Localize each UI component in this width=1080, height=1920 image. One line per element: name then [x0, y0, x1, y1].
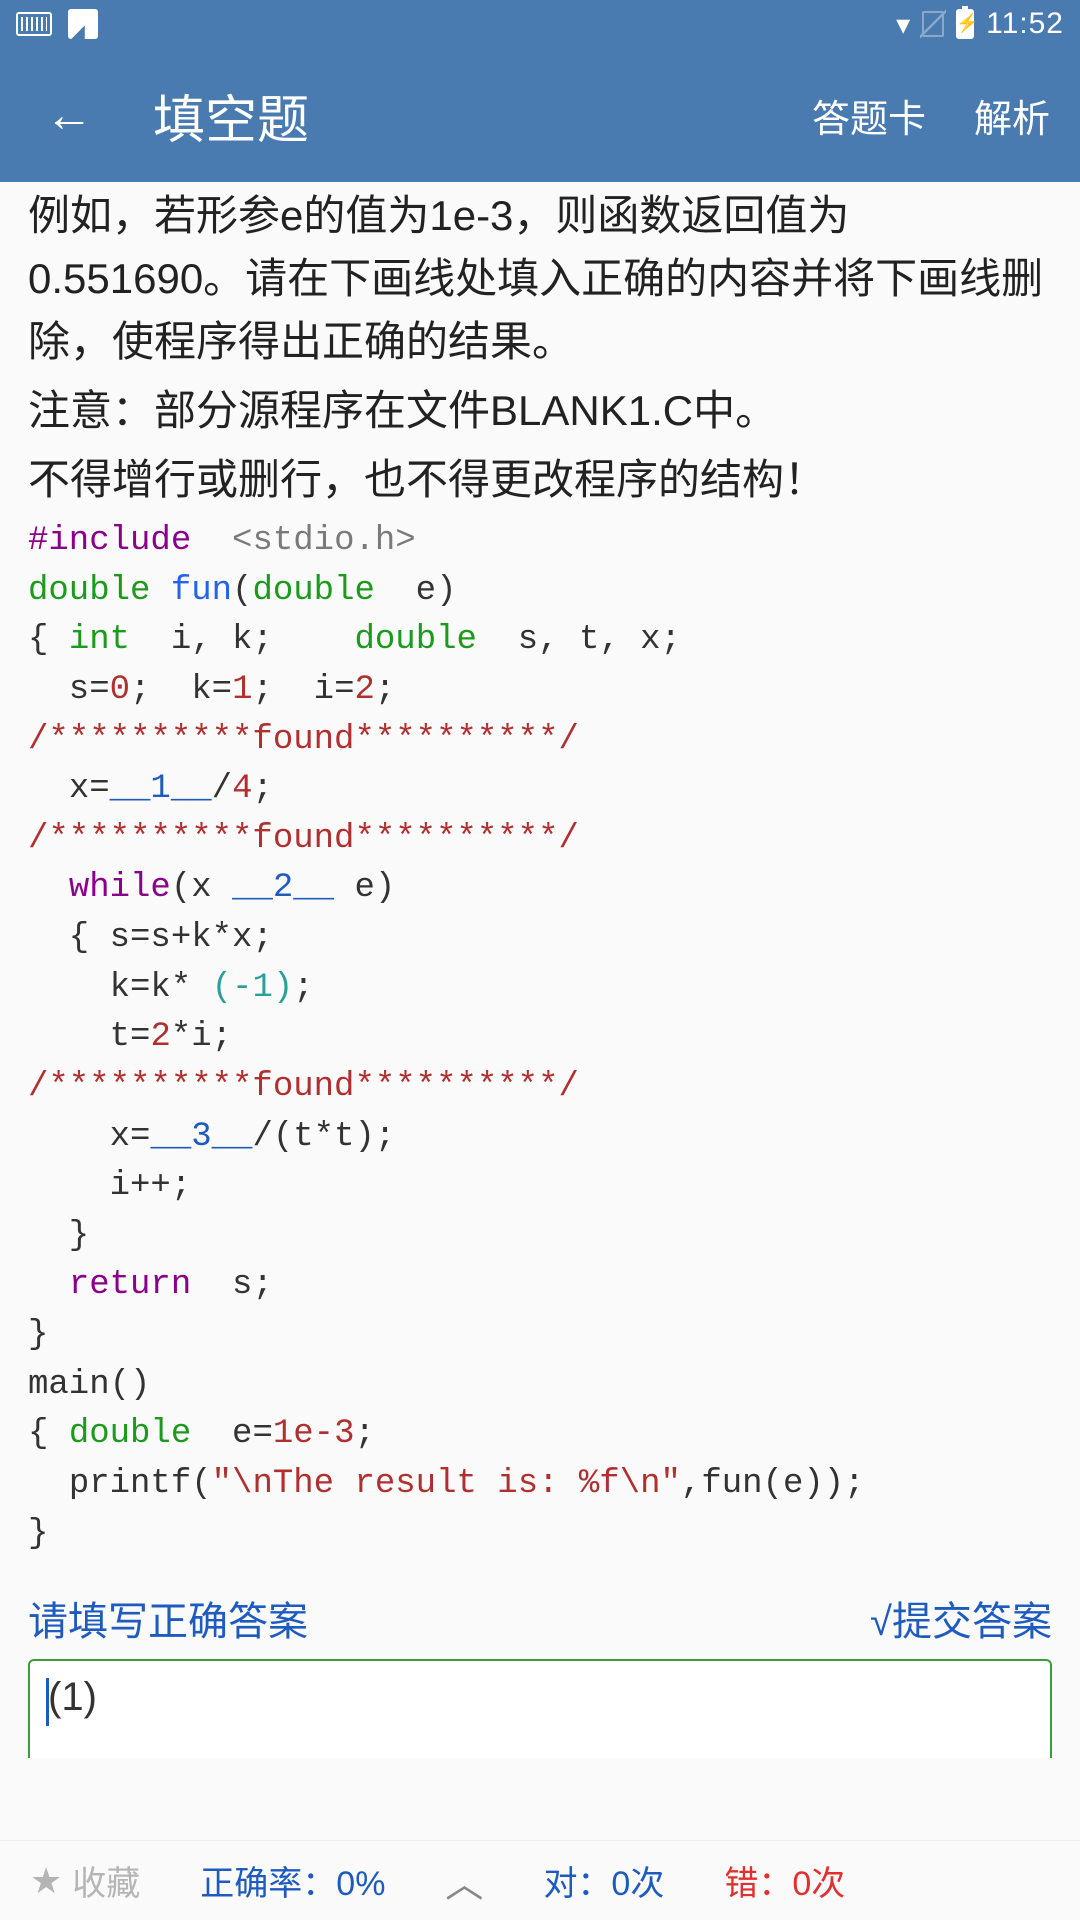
favorite-label: 收藏	[72, 1856, 140, 1905]
answer-prompt: 请填写正确答案	[28, 1589, 308, 1647]
code-type: double	[28, 572, 150, 610]
code-block: #include <stdio.h> double fun(double e) …	[28, 517, 1052, 1559]
code-found-3: /**********found**********/	[28, 1068, 579, 1106]
answer-input-wrap[interactable]: (1)	[28, 1659, 1052, 1758]
answer-card-button[interactable]: 答题卡	[812, 88, 926, 143]
code-include-kw: #include	[28, 522, 191, 560]
chevron-up-icon[interactable]: ︿	[445, 1853, 483, 1908]
question-paragraph-3: 不得增行或删行，也不得更改程序的结构！	[28, 448, 1052, 511]
answer-input[interactable]: (1)	[48, 1675, 1032, 1720]
content[interactable]: 例如，若形参e的值为1e-3，则函数返回值为0.551690。请在下画线处填入正…	[0, 182, 1080, 1840]
star-icon: ★	[30, 1860, 62, 1902]
code-body1: s=s+k*x;	[110, 919, 273, 957]
code-while-close: e)	[334, 869, 395, 907]
bottom-bar: ★ 收藏 正确率：0% ︿ 对：0次 错：0次	[0, 1840, 1080, 1920]
code-type: double	[69, 1415, 191, 1453]
code-ret-s: s;	[232, 1266, 273, 1304]
code-include-hdr: <stdio.h>	[232, 522, 416, 560]
code-tt: /(t*t);	[252, 1118, 395, 1156]
answer-row: 请填写正确答案 √提交答案	[28, 1559, 1052, 1659]
status-bar: ▾ 11:52	[0, 0, 1080, 48]
code-printf: printf	[69, 1465, 191, 1503]
code-x-assign-2: x=	[110, 1118, 151, 1156]
question-paragraph-2: 注意：部分源程序在文件BLANK1.C中。	[28, 379, 1052, 442]
code-neg1: (-1)	[212, 969, 294, 1007]
code-vars2: s, t, x;	[518, 621, 681, 659]
code-x-assign: x=	[69, 770, 110, 808]
code-e-decl: e=	[232, 1415, 273, 1453]
code-while-open: (x	[171, 869, 232, 907]
wrong-count: 错：0次	[724, 1856, 845, 1905]
accuracy-label: 正确率：0%	[200, 1856, 385, 1905]
code-body3-rest: *i;	[171, 1018, 232, 1056]
code-vars1: i, k;	[171, 621, 273, 659]
image-icon	[68, 9, 98, 39]
battery-icon	[956, 9, 974, 39]
question-paragraph-1: 例如，若形参e的值为1e-3，则函数返回值为0.551690。请在下画线处填入正…	[28, 184, 1052, 373]
sim-icon	[922, 11, 944, 37]
code-blank-2: __2__	[232, 869, 334, 907]
code-type: double	[355, 621, 477, 659]
back-button[interactable]: ←	[45, 88, 93, 143]
code-fun: fun	[171, 572, 232, 610]
code-str: "\nThe result is: %f\n"	[212, 1465, 681, 1503]
status-left	[16, 9, 98, 39]
status-time: 11:52	[986, 7, 1064, 41]
app-actions: 答题卡 解析	[812, 88, 1050, 143]
code-int: int	[69, 621, 130, 659]
code-ipp: i++;	[110, 1167, 192, 1205]
code-printf-tail: ,fun(e));	[681, 1465, 865, 1503]
code-num-2: 2	[150, 1018, 170, 1056]
code-blank-3: __3__	[150, 1118, 252, 1156]
code-return: return	[69, 1266, 191, 1304]
analysis-button[interactable]: 解析	[974, 88, 1050, 143]
correct-count: 对：0次	[543, 1856, 664, 1905]
code-blank-1: __1__	[110, 770, 212, 808]
submit-answer-button[interactable]: √提交答案	[870, 1589, 1052, 1647]
app-bar: ← 填空题 答题卡 解析	[0, 48, 1080, 182]
favorite-button[interactable]: ★ 收藏	[30, 1856, 140, 1905]
code-main: main()	[28, 1366, 150, 1404]
code-t-assign: t=	[110, 1018, 151, 1056]
code-found-2: /**********found**********/	[28, 820, 579, 858]
code-found-1: /**********found**********/	[28, 721, 579, 759]
status-right: ▾ 11:52	[896, 7, 1064, 41]
code-while: while	[69, 869, 171, 907]
code-semi: ;	[293, 969, 313, 1007]
code-e-val: 1e-3	[273, 1415, 355, 1453]
keyboard-icon	[16, 12, 52, 36]
code-body2: k=k*	[110, 969, 212, 1007]
wifi-icon: ▾	[896, 8, 910, 41]
code-type: double	[252, 572, 374, 610]
page-title: 填空题	[153, 78, 309, 153]
